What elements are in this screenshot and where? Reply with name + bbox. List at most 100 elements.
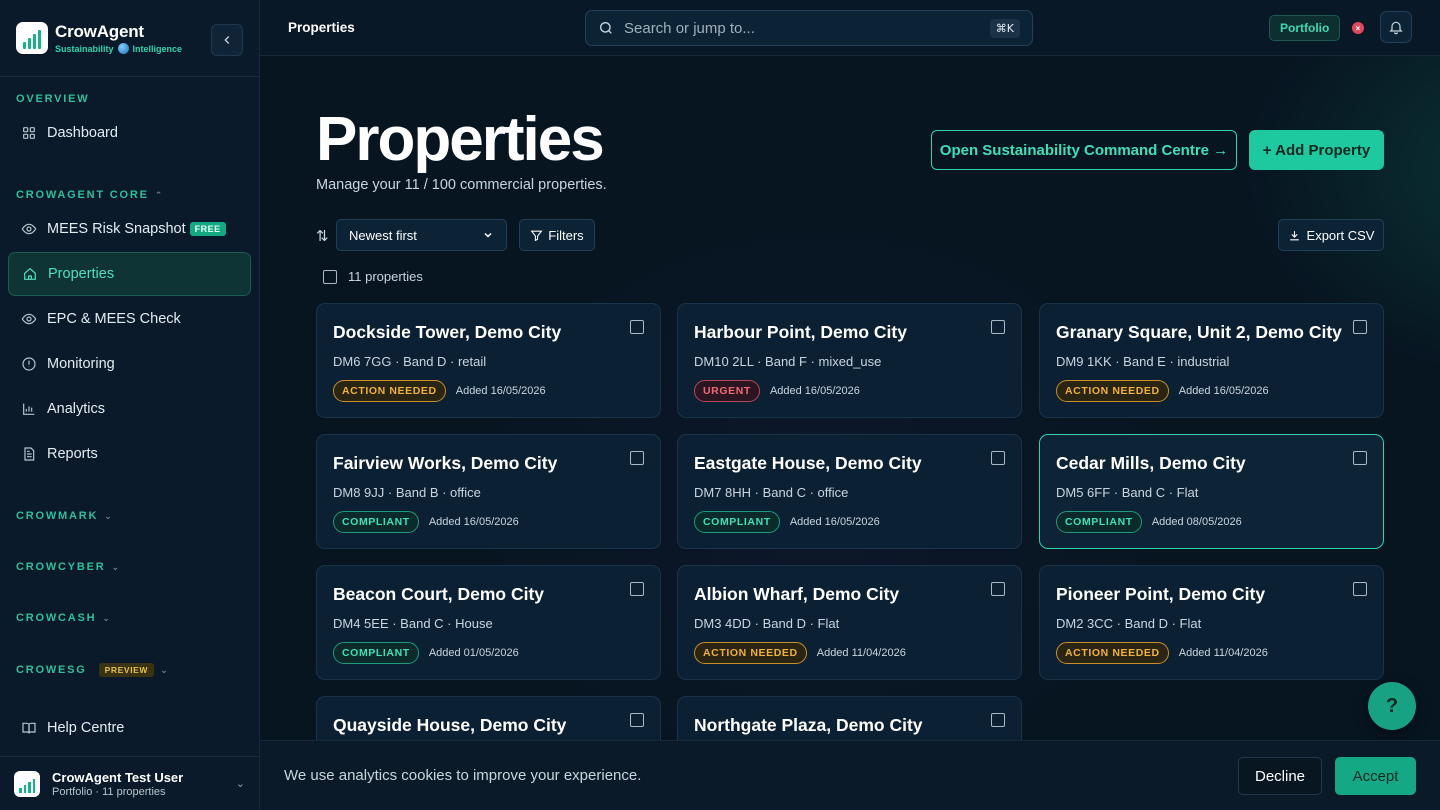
property-name: Dockside Tower, Demo City bbox=[333, 322, 562, 342]
notifications-button[interactable] bbox=[1380, 11, 1412, 43]
card-checkbox[interactable] bbox=[1353, 320, 1367, 334]
sort-select[interactable]: Newest first bbox=[336, 219, 507, 251]
brand-name: CrowAgent bbox=[55, 22, 144, 41]
chevron-down-icon bbox=[484, 232, 492, 238]
sidebar-nav: OVERVIEW Dashboard CROWAGENT CORE ⌃ MEES … bbox=[0, 77, 259, 810]
card-checkbox[interactable] bbox=[630, 713, 644, 727]
preview-badge: PREVIEW bbox=[98, 663, 155, 677]
help-button[interactable]: ? bbox=[1368, 682, 1416, 730]
card-checkbox[interactable] bbox=[630, 451, 644, 465]
card-checkbox[interactable] bbox=[991, 451, 1005, 465]
sidebar-item-label: Reports bbox=[47, 446, 98, 462]
chevron-down-icon: ⌄ bbox=[235, 778, 245, 790]
download-icon bbox=[1289, 230, 1299, 240]
eye-icon bbox=[21, 313, 37, 325]
sidebar-item-label: Monitoring bbox=[47, 356, 115, 372]
sidebar-item-mees[interactable]: MEES Risk Snapshot FREE bbox=[8, 207, 251, 251]
filters-button[interactable]: Filters bbox=[519, 219, 595, 251]
decline-button[interactable]: Decline bbox=[1238, 757, 1322, 795]
status-badge: COMPLIANT bbox=[333, 511, 419, 533]
sort-select-value: Newest first bbox=[349, 227, 417, 243]
section-crowcash[interactable]: CROWCASH ⌄ bbox=[0, 612, 128, 624]
collapse-sidebar-button[interactable] bbox=[211, 24, 243, 56]
section-core[interactable]: CROWAGENT CORE ⌃ bbox=[0, 189, 180, 201]
sort-icon: ⇅ bbox=[316, 228, 329, 245]
status-badge: COMPLIANT bbox=[694, 511, 780, 533]
accept-button[interactable]: Accept bbox=[1335, 757, 1416, 795]
search-input[interactable] bbox=[624, 19, 980, 37]
sidebar: CrowAgent Sustainability Intelligence OV… bbox=[0, 0, 260, 810]
property-name: Granary Square, Unit 2, Demo City bbox=[1056, 322, 1342, 342]
property-card[interactable]: Albion Wharf, Demo City DM3 4DD · Band D… bbox=[677, 565, 1022, 680]
status-badge: ACTION NEEDED bbox=[1056, 642, 1169, 664]
sidebar-item-properties[interactable]: Properties bbox=[8, 252, 251, 296]
brand-tag-right: Intelligence bbox=[132, 43, 183, 54]
brand-logo[interactable] bbox=[16, 22, 48, 54]
home-icon bbox=[24, 267, 36, 280]
card-checkbox[interactable] bbox=[991, 582, 1005, 596]
user-name: CrowAgent Test User bbox=[52, 769, 184, 785]
user-subtitle: Portfolio · 11 properties bbox=[52, 785, 166, 798]
property-card[interactable]: Dockside Tower, Demo City DM6 7GG · Band… bbox=[316, 303, 661, 418]
sidebar-item-help[interactable]: Help Centre bbox=[8, 706, 251, 750]
property-card[interactable]: Harbour Point, Demo City DM10 2LL · Band… bbox=[677, 303, 1022, 418]
card-checkbox[interactable] bbox=[991, 320, 1005, 334]
portfolio-button[interactable]: Portfolio bbox=[1269, 15, 1341, 41]
sidebar-item-epc[interactable]: EPC & MEES Check bbox=[8, 297, 251, 341]
section-crowesg[interactable]: CROWESG PREVIEW ⌄ bbox=[0, 663, 185, 677]
added-date: Added 16/05/2026 bbox=[428, 516, 519, 528]
command-centre-button[interactable]: Open Sustainability Command Centre → bbox=[931, 130, 1237, 170]
card-checkbox[interactable] bbox=[630, 320, 644, 334]
sidebar-item-label: Help Centre bbox=[47, 720, 125, 736]
sidebar-item-reports[interactable]: Reports bbox=[8, 432, 251, 476]
breadcrumb: Properties bbox=[288, 20, 355, 35]
card-checkbox[interactable] bbox=[991, 713, 1005, 727]
section-crowcyber[interactable]: CROWCYBER ⌄ bbox=[0, 561, 137, 573]
chevron-down-icon: ⌄ bbox=[104, 510, 114, 521]
section-crowmark-label: CROWMARK bbox=[16, 510, 99, 522]
card-checkbox[interactable] bbox=[1353, 582, 1367, 596]
property-name: Eastgate House, Demo City bbox=[694, 453, 922, 473]
added-date: Added 01/05/2026 bbox=[428, 647, 519, 659]
section-core-label: CROWAGENT CORE bbox=[16, 189, 149, 201]
section-crowcash-label: CROWCASH bbox=[16, 612, 97, 624]
filters-label: Filters bbox=[548, 227, 584, 243]
section-crowcyber-label: CROWCYBER bbox=[16, 561, 106, 573]
sidebar-item-analytics[interactable]: Analytics bbox=[8, 387, 251, 431]
globe-icon bbox=[117, 43, 129, 54]
property-card[interactable]: Cedar Mills, Demo City DM5 6FF · Band C … bbox=[1039, 434, 1384, 549]
property-name: Cedar Mills, Demo City bbox=[1056, 453, 1246, 473]
sidebar-item-monitoring[interactable]: Monitoring bbox=[8, 342, 251, 386]
select-all-checkbox[interactable] bbox=[323, 269, 337, 284]
user-menu[interactable]: CrowAgent Test User Portfolio · 11 prope… bbox=[0, 756, 259, 810]
chevron-up-icon: ⌃ bbox=[154, 189, 165, 200]
status-badge: ACTION NEEDED bbox=[333, 380, 446, 402]
sidebar-item-dashboard[interactable]: Dashboard bbox=[8, 111, 251, 155]
chevron-left-icon bbox=[224, 36, 230, 44]
property-meta: DM4 5EE · Band C · House bbox=[333, 616, 493, 631]
export-csv-button[interactable]: Export CSV bbox=[1278, 219, 1384, 251]
avatar bbox=[14, 770, 40, 797]
select-all[interactable]: 11 properties bbox=[323, 269, 423, 284]
property-name: Northgate Plaza, Demo City bbox=[694, 715, 923, 735]
cookie-text: We use analytics cookies to improve your… bbox=[284, 767, 642, 784]
add-property-button[interactable]: + Add Property bbox=[1249, 130, 1384, 170]
close-icon[interactable]: × bbox=[1352, 22, 1364, 34]
property-name: Beacon Court, Demo City bbox=[333, 584, 544, 604]
search-icon bbox=[600, 22, 612, 34]
property-name: Albion Wharf, Demo City bbox=[694, 584, 900, 604]
property-card[interactable]: Beacon Court, Demo City DM4 5EE · Band C… bbox=[316, 565, 661, 680]
search-box[interactable]: ⌘K bbox=[585, 10, 1033, 46]
card-checkbox[interactable] bbox=[1353, 451, 1367, 465]
bell-icon bbox=[1389, 21, 1403, 35]
card-checkbox[interactable] bbox=[630, 582, 644, 596]
property-card[interactable]: Granary Square, Unit 2, Demo City DM9 1K… bbox=[1039, 303, 1384, 418]
bar-chart-icon bbox=[23, 403, 35, 415]
property-card[interactable]: Fairview Works, Demo City DM8 9JJ · Band… bbox=[316, 434, 661, 549]
property-card[interactable]: Eastgate House, Demo City DM7 8HH · Band… bbox=[677, 434, 1022, 549]
property-card[interactable]: Pioneer Point, Demo City DM2 3CC · Band … bbox=[1039, 565, 1384, 680]
section-crowmark[interactable]: CROWMARK ⌄ bbox=[0, 510, 130, 522]
chevron-down-icon: ⌄ bbox=[111, 561, 121, 572]
topbar: Properties ⌘K Portfolio × bbox=[260, 0, 1440, 56]
sidebar-item-label: Dashboard bbox=[47, 125, 118, 141]
